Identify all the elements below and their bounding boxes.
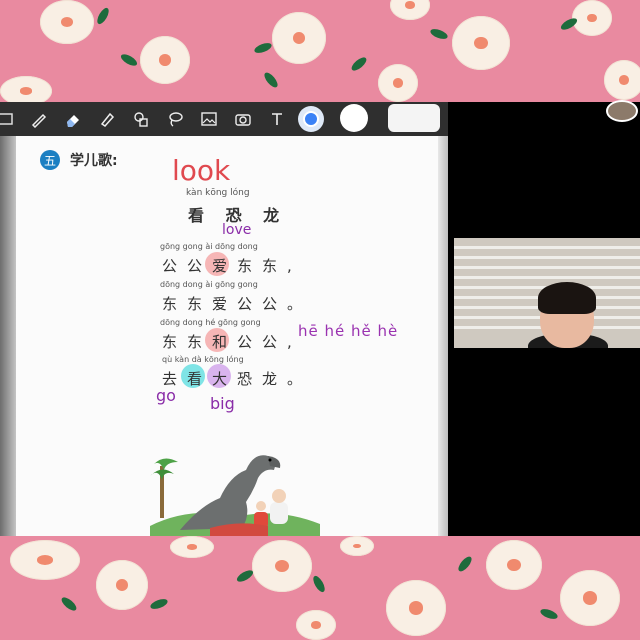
flower-decoration	[452, 16, 510, 70]
poem-line: 去看大恐龙。	[162, 370, 313, 388]
leaf-decoration	[539, 607, 559, 621]
leaf-decoration	[429, 27, 449, 41]
poem-line: 公公爱东东,	[162, 257, 302, 275]
leaf-decoration	[95, 6, 111, 26]
flower-decoration	[10, 540, 80, 580]
line-pinyin: gōng gong ài dōng dong	[160, 242, 258, 251]
window-blind	[454, 246, 640, 249]
window-blind	[454, 256, 640, 259]
textbook-page[interactable]: 五 学儿歌: look kàn kōng lóng 看 恐 龙 love gōn…	[0, 136, 448, 536]
flower-decoration	[272, 12, 326, 64]
pen-icon[interactable]	[28, 108, 50, 130]
leaf-decoration	[262, 70, 280, 90]
color-swatch-white[interactable]	[340, 104, 368, 132]
line-pinyin: qù kàn dà kōng lóng	[162, 355, 244, 364]
flower-decoration	[170, 536, 214, 558]
window-blind	[454, 266, 640, 269]
dinosaur-illustration	[150, 455, 320, 536]
person-hair	[538, 282, 596, 314]
annotation-big: big	[210, 394, 235, 413]
annotation-go: go	[156, 386, 176, 405]
flower-decoration	[486, 540, 542, 590]
video-feed[interactable]	[454, 238, 640, 348]
flower-decoration	[140, 36, 190, 84]
leaf-decoration	[349, 55, 369, 73]
drawing-toolbar	[0, 102, 448, 136]
flower-decoration	[572, 0, 612, 36]
section-number-badge: 五	[40, 150, 60, 170]
leaf-decoration	[253, 41, 273, 55]
eraser-icon[interactable]	[62, 108, 84, 130]
camera-icon[interactable]	[232, 108, 254, 130]
color-swatch-blue[interactable]	[298, 106, 324, 132]
flower-decoration	[252, 540, 312, 592]
window-blind	[454, 276, 640, 279]
title-pinyin: kàn kōng lóng	[186, 188, 250, 198]
color-palette-button[interactable]	[388, 104, 440, 132]
annotation-tones: hē hé hě hè	[298, 322, 399, 340]
leaf-decoration	[456, 554, 474, 574]
poem-line: 东东和公公,	[162, 333, 302, 351]
leaf-decoration	[149, 597, 169, 611]
flower-decoration	[604, 60, 640, 100]
flower-decoration	[390, 0, 430, 20]
flower-decoration	[40, 0, 94, 44]
participant-avatar[interactable]	[606, 100, 638, 122]
flower-decoration	[340, 536, 374, 556]
lasso-icon[interactable]	[164, 108, 186, 130]
book-spine	[0, 136, 16, 536]
annotation-look: look	[172, 154, 231, 187]
flower-decoration	[386, 580, 446, 636]
section-label: 学儿歌:	[70, 153, 118, 169]
page-edge	[438, 136, 448, 536]
leaf-decoration	[59, 595, 79, 613]
leaf-decoration	[119, 52, 139, 68]
image-icon[interactable]	[198, 108, 220, 130]
flower-decoration	[296, 610, 336, 640]
flower-decoration	[378, 64, 418, 102]
sidebar-toggle-icon[interactable]	[0, 108, 16, 130]
text-icon[interactable]	[266, 108, 288, 130]
leaf-decoration	[235, 568, 255, 584]
flower-decoration	[96, 560, 148, 610]
leaf-decoration	[311, 574, 327, 594]
flower-decoration	[560, 570, 620, 626]
poem-line: 东东爱公公。	[162, 295, 313, 313]
line-pinyin: dōng dong ài gōng gong	[160, 280, 258, 289]
shapes-icon[interactable]	[130, 108, 152, 130]
highlighter-icon[interactable]	[96, 108, 118, 130]
annotation-love: love	[222, 222, 252, 238]
line-pinyin: dōng dong hé gōng gong	[160, 318, 261, 327]
